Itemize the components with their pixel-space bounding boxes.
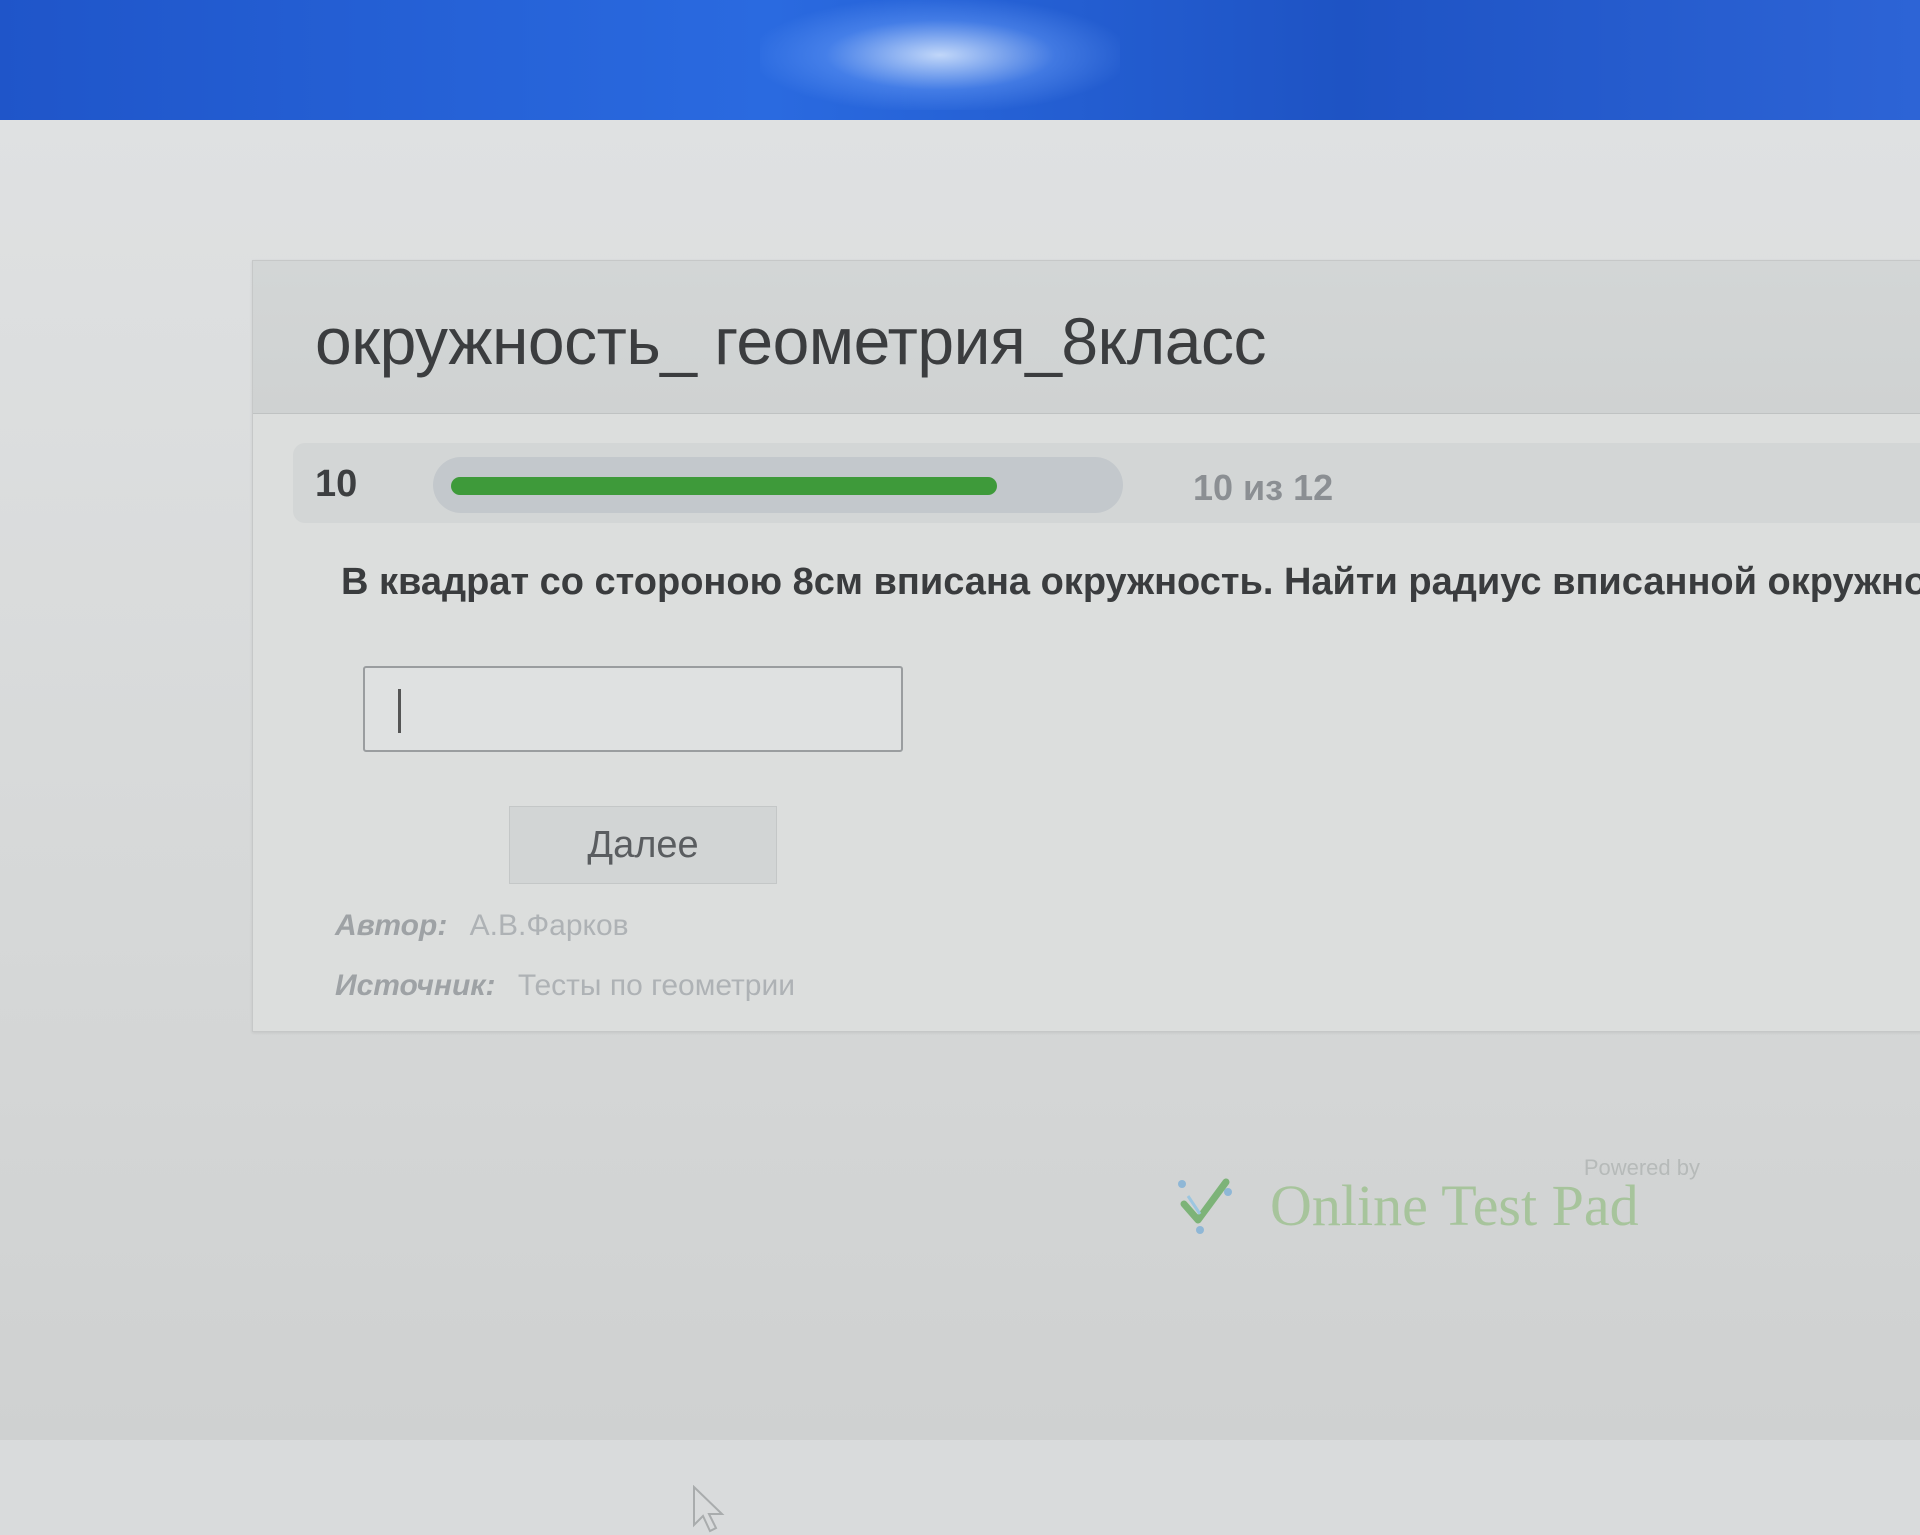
test-card: окружность_ геометрия_8класс 10 10 из 12… bbox=[252, 260, 1920, 1032]
next-button[interactable]: Далее bbox=[509, 806, 777, 884]
question-text: В квадрат со стороною 8см вписана окружн… bbox=[341, 561, 1920, 603]
question-number: 10 bbox=[315, 463, 358, 505]
source-label: Источник: bbox=[335, 969, 496, 1002]
card-header: окружность_ геометрия_8класс bbox=[253, 261, 1920, 414]
author-line: Автор: А.В.Фарков bbox=[335, 909, 629, 943]
test-page: окружность_ геометрия_8класс 10 10 из 12… bbox=[0, 120, 1920, 1533]
source-line: Источник: Тесты по геометрии bbox=[335, 969, 795, 1003]
test-title: окружность_ геометрия_8класс bbox=[315, 304, 1266, 378]
screen-glare bbox=[760, 0, 1120, 110]
progress-bar bbox=[433, 457, 1123, 513]
progress-text: 10 из 12 bbox=[1193, 467, 1334, 508]
source-value[interactable]: Тесты по геометрии bbox=[518, 969, 795, 1002]
brand-name[interactable]: Online Test Pad bbox=[1270, 1172, 1639, 1239]
progress-bar-fill bbox=[451, 477, 997, 495]
text-caret bbox=[398, 689, 401, 733]
author-label: Автор: bbox=[335, 909, 448, 942]
author-value: А.В.Фарков bbox=[469, 909, 629, 942]
progress-row: 10 10 из 12 bbox=[293, 443, 1920, 523]
checkmark-logo-icon[interactable] bbox=[1170, 1170, 1240, 1240]
mouse-pointer-icon bbox=[693, 1485, 725, 1533]
answer-input[interactable] bbox=[363, 666, 903, 752]
